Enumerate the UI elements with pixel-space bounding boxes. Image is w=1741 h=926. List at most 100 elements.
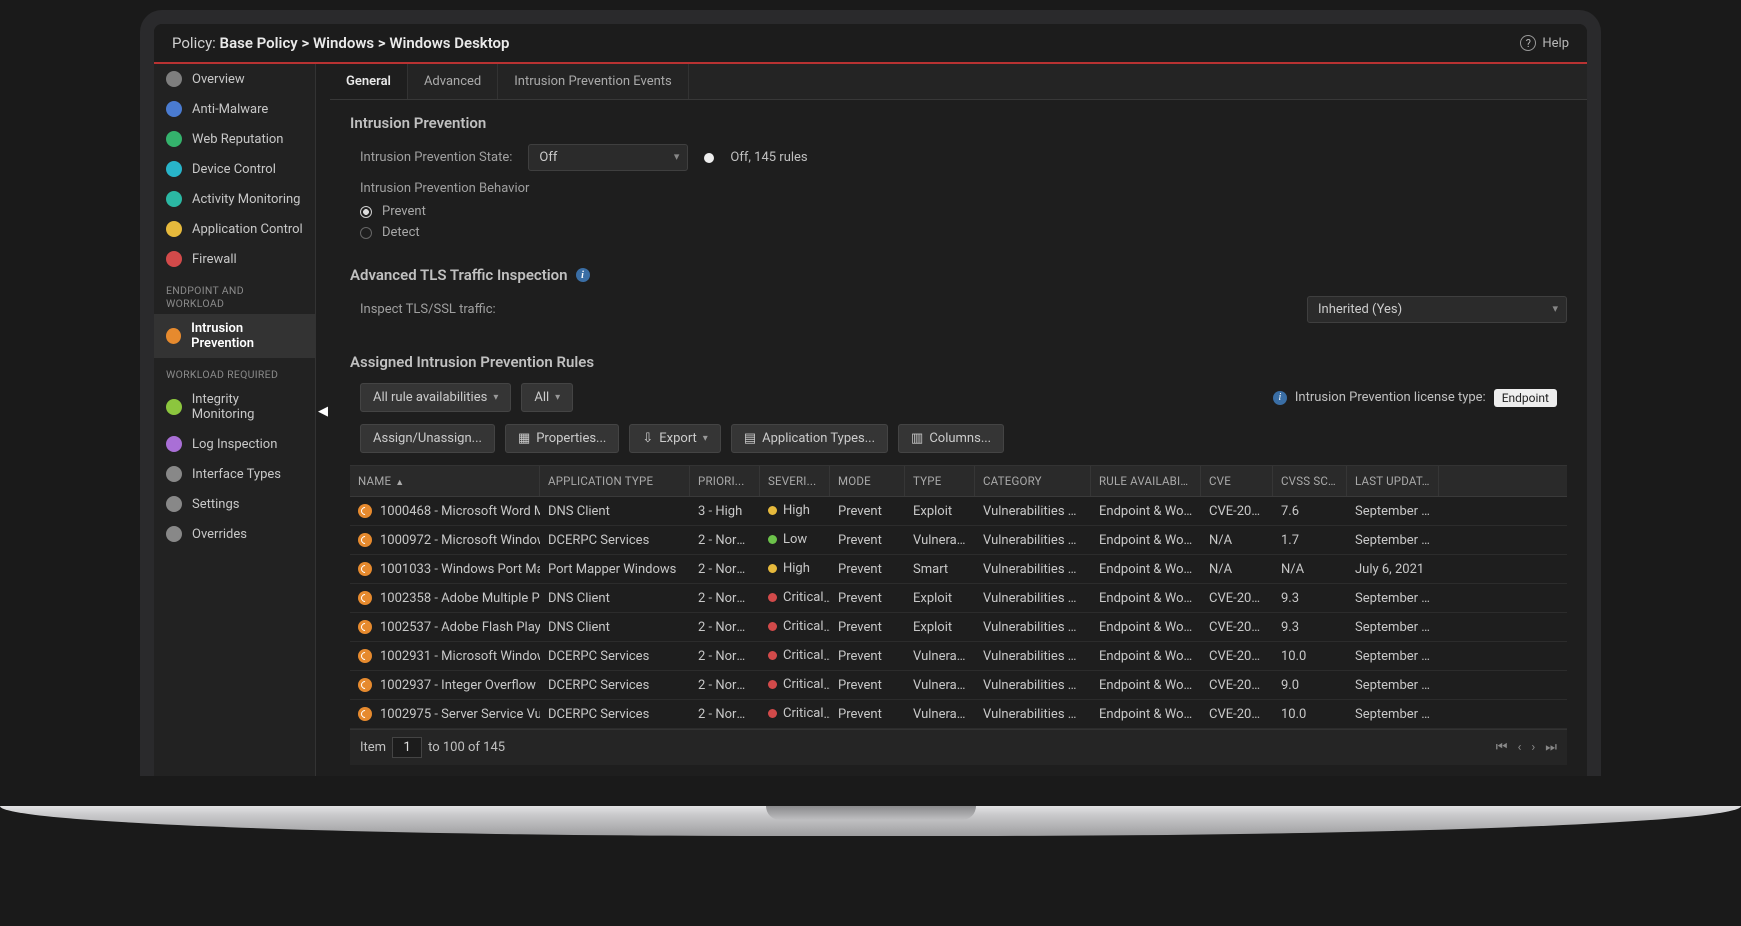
pager-item-label: Item xyxy=(360,740,386,755)
breadcrumb-path: Base Policy > Windows > Windows Desktop xyxy=(220,34,510,52)
radio-off-icon xyxy=(360,227,372,239)
sidebar-item-label: Device Control xyxy=(192,162,276,177)
pager: Item to 100 of 145 ⏮ ‹ › ⏭ xyxy=(350,729,1567,765)
severity-dot-icon xyxy=(768,622,777,631)
status-dot-icon xyxy=(704,153,714,163)
col-header[interactable]: SEVERI... xyxy=(760,466,830,496)
sidebar-item-web-reputation[interactable]: Web Reputation xyxy=(154,124,315,154)
ip-prevent-radio[interactable]: Prevent xyxy=(350,204,1567,219)
rule-icon xyxy=(358,591,372,605)
pager-next-icon[interactable]: › xyxy=(1531,740,1535,755)
license-label: Intrusion Prevention license type: xyxy=(1295,390,1486,405)
pager-prev-icon[interactable]: ‹ xyxy=(1517,740,1521,755)
sidebar-item-overview[interactable]: Overview xyxy=(154,64,315,94)
sidebar-item-label: Overrides xyxy=(192,527,247,542)
columns-button[interactable]: ▥Columns... xyxy=(898,424,1004,453)
sidebar-item-anti-malware[interactable]: Anti-Malware xyxy=(154,94,315,124)
sidebar-item-label: Anti-Malware xyxy=(192,102,268,117)
tab-general[interactable]: General xyxy=(330,64,408,99)
sidebar-item-label: Integrity Monitoring xyxy=(192,392,303,422)
sidebar-collapse-handle[interactable]: ◀ xyxy=(316,64,330,776)
tls-label: Inspect TLS/SSL traffic: xyxy=(360,302,496,317)
ip-state-select[interactable]: Off xyxy=(528,144,688,171)
settings-icon xyxy=(166,496,182,512)
sidebar: Overview Anti-Malware Web Reputation Device… xyxy=(154,64,316,776)
table-row[interactable]: 1002975 - Server Service Vulne...DCERPC … xyxy=(350,700,1567,729)
table-row[interactable]: 1000468 - Microsoft Word Malf...DNS Clie… xyxy=(350,497,1567,526)
col-header[interactable]: TYPE xyxy=(905,466,975,496)
sidebar-item-application-control[interactable]: Application Control xyxy=(154,214,315,244)
col-header[interactable]: CVSS SCO... xyxy=(1273,466,1347,496)
radio-on-icon xyxy=(360,206,372,218)
sidebar-heading: WORKLOAD REQUIRED xyxy=(154,358,315,385)
help-label: Help xyxy=(1542,36,1569,51)
export-icon: ⇩ xyxy=(642,431,653,446)
rule-icon xyxy=(358,707,372,721)
sidebar-item-activity-monitoring[interactable]: Activity Monitoring xyxy=(154,184,315,214)
filter-all[interactable]: All▾ xyxy=(521,383,573,412)
col-header[interactable]: MODE xyxy=(830,466,905,496)
table-row[interactable]: 1000972 - Microsoft Windows ...DCERPC Se… xyxy=(350,526,1567,555)
sidebar-item-overrides[interactable]: Overrides xyxy=(154,519,315,549)
severity-dot-icon xyxy=(768,535,777,544)
severity-dot-icon xyxy=(768,506,777,515)
assign-unassign-button[interactable]: Assign/Unassign... xyxy=(360,424,495,453)
sidebar-heading: ENDPOINT AND WORKLOAD xyxy=(154,274,315,314)
table-row[interactable]: 1002937 - Integer Overflow In I...DCERPC… xyxy=(350,671,1567,700)
license-badge: Endpoint xyxy=(1494,389,1557,407)
col-header[interactable]: LAST UPDAT... xyxy=(1347,466,1439,496)
sidebar-item-intrusion-prevention[interactable]: Intrusion Prevention xyxy=(154,314,315,358)
rules-table: NAME▲APPLICATION TYPEPRIORI...SEVERI...M… xyxy=(350,465,1567,765)
sidebar-item-log-inspection[interactable]: Log Inspection xyxy=(154,429,315,459)
app-control-icon xyxy=(166,221,182,237)
sidebar-item-integrity-monitoring[interactable]: Integrity Monitoring xyxy=(154,385,315,429)
pager-range: to 100 of 145 xyxy=(428,740,505,755)
severity-dot-icon xyxy=(768,709,777,718)
sidebar-item-label: Web Reputation xyxy=(192,132,283,147)
web-rep-icon xyxy=(166,131,182,147)
col-header[interactable]: APPLICATION TYPE xyxy=(540,466,690,496)
sort-asc-icon: ▲ xyxy=(395,478,404,488)
tls-select[interactable]: Inherited (Yes) xyxy=(1307,296,1567,323)
breadcrumb: Policy: Base Policy > Windows > Windows … xyxy=(172,34,509,52)
help-link[interactable]: ? Help xyxy=(1520,35,1569,51)
severity-dot-icon xyxy=(768,651,777,660)
table-row[interactable]: 1002931 - Microsoft Windows ...DCERPC Se… xyxy=(350,642,1567,671)
sidebar-item-device-control[interactable]: Device Control xyxy=(154,154,315,184)
filter-availability[interactable]: All rule availabilities▾ xyxy=(360,383,511,412)
export-button[interactable]: ⇩Export▾ xyxy=(629,424,720,453)
section-intrusion-prevention: Intrusion Prevention Intrusion Preventio… xyxy=(330,100,1587,252)
col-header[interactable]: PRIORI... xyxy=(690,466,760,496)
interface-icon xyxy=(166,466,182,482)
table-row[interactable]: 1001033 - Windows Port Mapp...Port Mappe… xyxy=(350,555,1567,584)
table-row[interactable]: 1002537 - Adobe Flash Player ...DNS Clie… xyxy=(350,613,1567,642)
tab-advanced[interactable]: Advanced xyxy=(408,64,498,99)
ip-detect-radio[interactable]: Detect xyxy=(350,225,1567,240)
anti-malware-icon xyxy=(166,101,182,117)
tab-intrusion-prevention-events[interactable]: Intrusion Prevention Events xyxy=(498,64,689,99)
sidebar-item-label: Intrusion Prevention xyxy=(191,321,303,351)
properties-button[interactable]: ▦Properties... xyxy=(505,424,619,453)
header-bar: Policy: Base Policy > Windows > Windows … xyxy=(154,24,1587,64)
section-tls: Advanced TLS Traffic Inspection i Inspec… xyxy=(330,252,1587,339)
col-header[interactable]: NAME▲ xyxy=(350,466,540,496)
col-header[interactable]: CVE xyxy=(1201,466,1273,496)
application-types-button[interactable]: ▤Application Types... xyxy=(731,424,888,453)
rule-icon xyxy=(358,562,372,576)
pager-first-icon[interactable]: ⏮ xyxy=(1496,740,1508,755)
table-row[interactable]: 1002358 - Adobe Multiple Prod...DNS Clie… xyxy=(350,584,1567,613)
col-header[interactable]: CATEGORY xyxy=(975,466,1091,496)
sidebar-item-label: Overview xyxy=(192,72,245,87)
sidebar-item-settings[interactable]: Settings xyxy=(154,489,315,519)
tls-heading: Advanced TLS Traffic Inspection xyxy=(350,266,568,284)
col-header[interactable]: RULE AVAILABILIT... xyxy=(1091,466,1201,496)
info-icon[interactable]: i xyxy=(1273,391,1287,405)
info-icon[interactable]: i xyxy=(576,268,590,282)
pager-item-input[interactable] xyxy=(392,737,422,758)
pager-last-icon[interactable]: ⏭ xyxy=(1545,740,1557,755)
severity-dot-icon xyxy=(768,680,777,689)
breadcrumb-prefix: Policy: xyxy=(172,34,216,52)
sidebar-item-firewall[interactable]: Firewall xyxy=(154,244,315,274)
rule-icon xyxy=(358,504,372,518)
sidebar-item-interface-types[interactable]: Interface Types xyxy=(154,459,315,489)
